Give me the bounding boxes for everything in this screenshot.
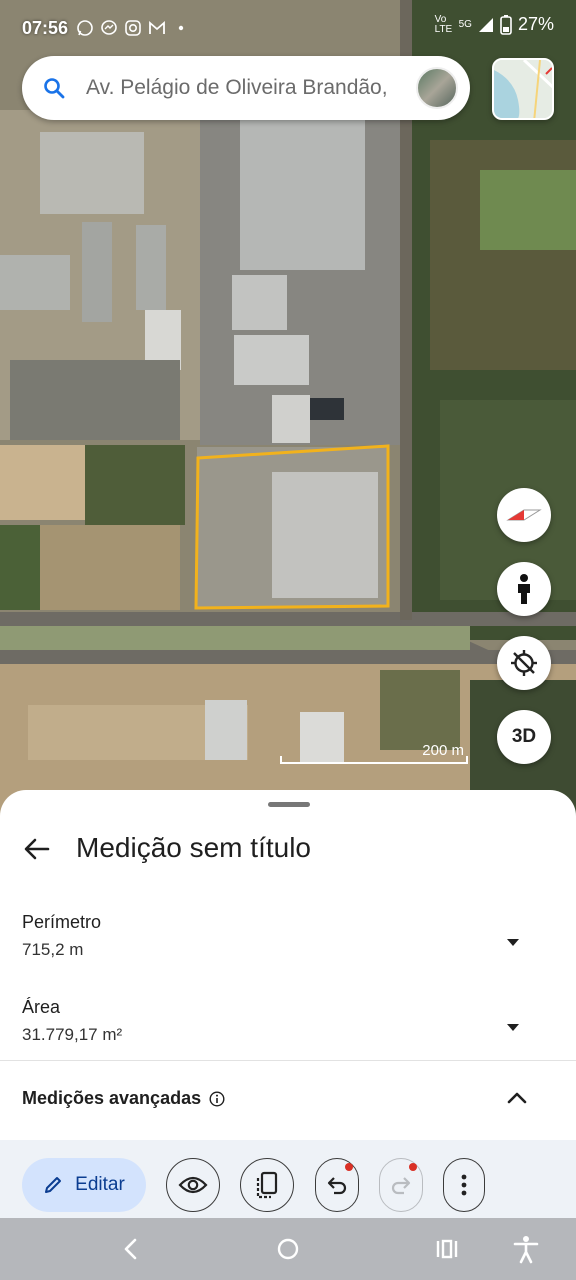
system-status: Vo LTE 5G 27% [435,14,554,35]
gmail-icon [149,21,165,34]
search-icon[interactable] [22,77,86,99]
satellite-imagery [0,0,576,820]
eye-icon [178,1176,208,1194]
location-thumbnail[interactable] [416,67,458,109]
area-row[interactable]: Área 31.779,17 m² [0,997,576,1067]
dot-icon [178,25,184,31]
location-off-icon [511,650,537,676]
divider [0,1060,576,1061]
perimeter-label: Perímetro [22,912,102,932]
compass-button[interactable] [497,488,551,542]
home-nav-icon[interactable] [273,1234,303,1264]
dropdown-arrow-icon[interactable] [504,1021,522,1033]
instagram-icon [125,20,141,36]
edit-label: Editar [75,1174,125,1195]
satellite-map[interactable] [0,0,576,820]
more-options-button[interactable] [443,1158,485,1212]
accessibility-icon[interactable] [511,1234,541,1264]
street-view-button[interactable] [497,562,551,616]
messenger-icon [101,20,117,35]
redo-icon [391,1177,411,1195]
redo-button[interactable] [379,1158,423,1212]
perimeter-value: 715,2 m [22,940,84,959]
compass-icon [506,509,542,521]
visibility-button[interactable] [166,1158,220,1212]
chevron-up-icon[interactable] [506,1090,528,1106]
map-thumbnail-icon [494,60,552,118]
battery-icon [500,14,512,35]
status-bar: 07:56 Vo LTE 5G 27% [0,0,576,56]
perimeter-row[interactable]: Perímetro 715,2 m [0,912,576,982]
undo-badge [345,1163,353,1171]
battery-percent: 27% [517,14,554,34]
edit-button[interactable]: Editar [22,1158,146,1212]
system-nav-bar [0,1218,576,1280]
scale-bar [280,756,468,764]
clock: 07:56 [22,17,69,38]
copy-icon [256,1171,278,1199]
signal-icon [478,17,493,32]
whatsapp-icon [77,20,93,36]
info-icon[interactable] [209,1090,225,1107]
undo-icon [327,1177,347,1195]
notification-icons [76,19,190,37]
redo-badge [409,1163,417,1171]
advanced-measurements-label: Medições avançadas [22,1088,202,1108]
back-arrow-icon[interactable] [22,834,52,864]
page-title: Medição sem título [76,832,311,863]
area-value: 31.779,17 m² [22,1025,123,1044]
volte-label: Vo LTE [434,13,453,35]
3d-button[interactable]: 3D [497,710,551,764]
more-vert-icon [461,1174,467,1196]
copy-button[interactable] [240,1158,294,1212]
pencil-icon [45,1177,62,1193]
back-nav-icon[interactable] [116,1234,146,1264]
map-layers-button[interactable] [492,58,554,120]
advanced-measurements-header[interactable]: Medições avançadas [22,1088,225,1109]
undo-button[interactable] [315,1158,359,1212]
search-input[interactable]: Av. Pelágio de Oliveira Brandão, [86,76,416,100]
search-bar[interactable]: Av. Pelágio de Oliveira Brandão, [22,56,470,120]
area-label: Área [22,997,61,1017]
my-location-button[interactable] [497,636,551,690]
recents-nav-icon[interactable] [432,1234,462,1264]
network-type: 5G [458,18,472,30]
measurement-toolbar: Editar [0,1140,576,1218]
map-scale: 200 m [280,740,470,768]
sheet-drag-handle[interactable] [268,802,310,807]
pegman-icon [518,574,530,604]
dropdown-arrow-icon[interactable] [504,936,522,948]
